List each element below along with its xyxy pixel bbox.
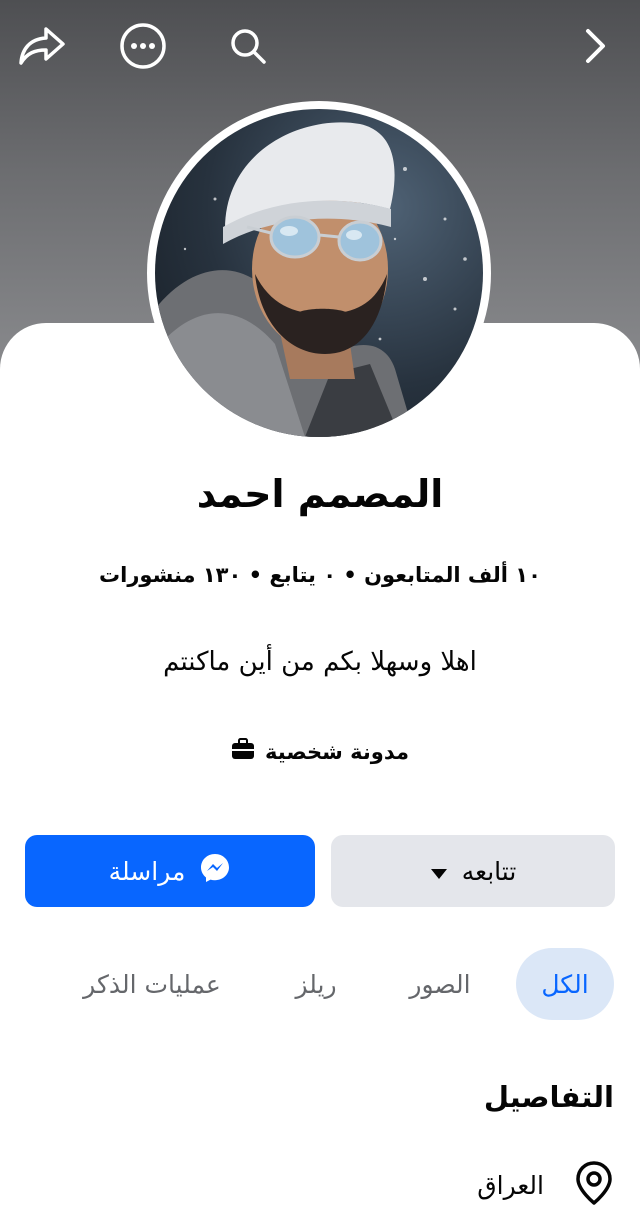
top-bar [0,0,640,92]
following-button[interactable]: تتابعه [331,835,615,907]
profile-avatar[interactable] [147,101,491,445]
tab-mentions[interactable]: عمليات الذكر [62,948,242,1020]
details-heading: التفاصيل [483,1080,614,1114]
category-label: مدونة شخصية [265,739,409,764]
more-options-icon[interactable] [117,20,169,72]
briefcase-icon [231,738,255,765]
share-icon[interactable] [16,20,68,72]
avatar-photo [155,109,483,437]
message-button[interactable]: مراسلة [25,835,315,907]
location-pin-icon [574,1160,614,1210]
profile-tabs: الكل الصور ريلز عمليات الذكر [0,948,640,1020]
search-icon[interactable] [222,20,274,72]
profile-bio: اهلا وسهلا بكم من أين ماكنتم [163,647,477,677]
tab-all[interactable]: الكل [516,948,614,1020]
back-arrow-icon[interactable] [568,20,620,72]
message-button-label: مراسلة [108,856,186,886]
location-text: العراق [477,1170,544,1200]
tab-photos[interactable]: الصور [390,948,490,1020]
caret-down-icon [430,857,448,886]
profile-stats[interactable]: ١٠ ألف المتابعون • ٠ يتابع • ١٣٠ منشورات [0,563,640,587]
location-row: العراق [477,1160,614,1210]
messenger-icon [199,852,231,890]
following-button-label: تتابعه [461,856,517,886]
tab-reels[interactable]: ريلز [276,948,356,1020]
profile-category: مدونة شخصية [0,738,640,765]
profile-name: المصمم احمد [196,472,444,516]
